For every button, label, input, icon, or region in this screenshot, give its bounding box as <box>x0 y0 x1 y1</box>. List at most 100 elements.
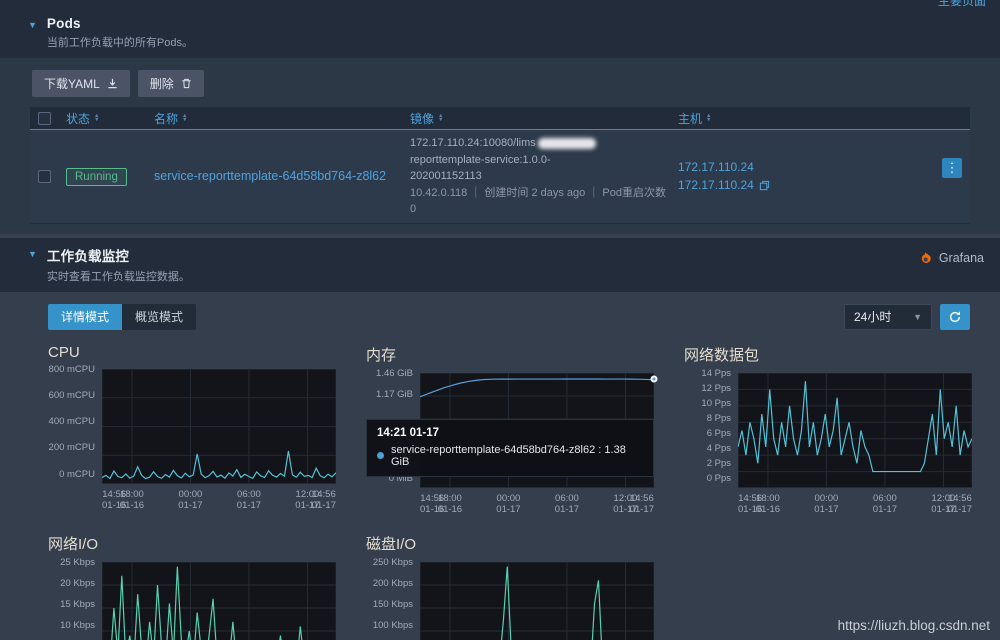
image-prefix: 172.17.110.24:10080/lims <box>410 137 536 149</box>
x-tick-label: 18:00 01-16 <box>755 492 781 516</box>
host-node-link[interactable]: 172.17.110.24 <box>678 158 770 177</box>
top-strip: 主要页面 <box>0 0 1000 9</box>
column-status-label: 状态 <box>66 111 91 126</box>
grafana-icon <box>921 251 931 263</box>
y-tick-label: 0 Pps <box>706 472 731 484</box>
chart-cpu-plot[interactable] <box>102 368 336 484</box>
series-dot-icon <box>377 452 384 459</box>
y-tick-label: 150 Kbps <box>372 598 413 610</box>
watermark: https://liuzh.blog.csdn.net <box>837 618 990 633</box>
download-yaml-button[interactable]: 下载YAML <box>32 70 130 97</box>
charts-grid: CPU 800 mCPU 600 mCPU 400 mCPU 200 mCPU 0 mC… <box>30 343 972 640</box>
chart-network-packets-plot[interactable] <box>738 372 972 488</box>
grafana-label: Grafana <box>938 251 984 265</box>
y-tick-label: 15 Kbps <box>60 598 95 610</box>
grafana-badge[interactable]: Grafana <box>918 251 984 266</box>
y-tick-label: 200 mCPU <box>48 442 95 454</box>
pods-toolbar: 下载YAML 删除 <box>32 70 970 97</box>
collapse-triangle-icon[interactable]: ▼ <box>28 20 37 30</box>
monitor-panel: ▼ 工作负载监控 实时查看工作负载监控数据。 Grafana 详情模式 概览模式… <box>0 237 1000 640</box>
y-axis-labels: 25 Kbps20 Kbps15 Kbps10 Kbps5 Kbps0 Kbps <box>48 557 102 640</box>
sort-icon: ▲ ▼ <box>94 112 100 123</box>
y-axis-labels: 800 mCPU 600 mCPU 400 mCPU 200 mCPU 0 mCPU <box>48 364 102 480</box>
y-tick-label: 4 Pps <box>706 442 731 454</box>
chart-disk-io-plot[interactable] <box>420 561 654 640</box>
pods-table: 状态 ▲ ▼ 名称 ▲ ▼ 镜像 ▲ ▼ 主机 ▲ ▼ Running serv… <box>30 107 970 224</box>
x-tick-label: 18:00 01-16 <box>437 492 463 516</box>
y-tick-label: 200 Kbps <box>372 577 413 589</box>
time-range-value: 24小时 <box>854 310 892 324</box>
y-tick-label: 10 Pps <box>701 397 731 409</box>
copy-icon[interactable] <box>759 180 770 191</box>
pod-name-link[interactable]: service-reporttemplate-64d58bd764-z8l62 <box>154 169 386 183</box>
row-status-cell: Running <box>66 167 154 186</box>
top-right-link-clipped[interactable]: 主要页面 <box>938 0 986 9</box>
monitor-body: 详情模式 概览模式 24小时 ▼ CPU 800 mCPU600 mCPU4 <box>0 291 1000 640</box>
status-badge: Running <box>66 167 127 186</box>
table-row: Running service-reporttemplate-64d58bd76… <box>30 130 970 224</box>
row-image-cell: 172.17.110.24:10080/lims reporttemplate-s… <box>410 135 678 218</box>
chart-network-packets-title: 网络数据包 <box>684 346 760 364</box>
delete-button[interactable]: 删除 <box>137 70 204 97</box>
y-tick-label: 12 Pps <box>701 382 731 394</box>
pods-table-header: 状态 ▲ ▼ 名称 ▲ ▼ 镜像 ▲ ▼ 主机 ▲ ▼ <box>30 107 970 130</box>
mode-switch: 详情模式 概览模式 <box>48 303 197 330</box>
column-image[interactable]: 镜像 ▲ ▼ <box>410 110 678 127</box>
host-ip-label: 172.17.110.24 <box>678 178 754 193</box>
refresh-button[interactable] <box>940 303 970 330</box>
delete-label: 删除 <box>149 77 174 91</box>
chart-memory: 内存 1.46 GiB1.17 GiB300 MiB0 MiB 14:21 01… <box>366 344 658 519</box>
x-tick-label: 06:00 01-17 <box>554 492 580 516</box>
x-axis-labels: 14:56 01-16 18:00 01-16 00:00 01-17 06:00 01-17… <box>102 489 336 515</box>
image-line-2: 202001152113 <box>410 170 482 182</box>
mode-overview-button[interactable]: 概览模式 <box>122 303 197 330</box>
x-tick-label: 00:00 01-17 <box>496 492 521 516</box>
download-yaml-label: 下载YAML <box>44 77 100 91</box>
row-more-button[interactable]: ⋮ <box>942 157 962 178</box>
page: 主要页面 ▼ Pods 当前工作负载中的所有Pods。 下载YAML 删除 状态… <box>0 0 1000 640</box>
y-tick-label: 250 Kbps <box>372 556 413 568</box>
x-tick-label: 06:00 01-17 <box>236 488 262 512</box>
pods-title: Pods <box>46 16 81 31</box>
monitor-panel-header: ▼ 工作负载监控 实时查看工作负载监控数据。 Grafana <box>0 237 1000 292</box>
column-name[interactable]: 名称 ▲ ▼ <box>154 110 410 127</box>
mode-detail-button[interactable]: 详情模式 <box>48 303 123 330</box>
refresh-icon <box>949 310 961 322</box>
host-node-label: 172.17.110.24 <box>678 159 754 174</box>
x-tick-label: 14:56 01-17 <box>947 492 972 516</box>
pods-subtitle: 当前工作负载中的所有Pods。 <box>46 37 193 49</box>
column-image-label: 镜像 <box>410 111 435 126</box>
download-icon <box>108 78 117 89</box>
pods-header-text: Pods 当前工作负载中的所有Pods。 <box>47 16 193 50</box>
row-checkbox[interactable] <box>38 169 51 183</box>
header-checkbox-cell <box>38 111 66 125</box>
image-line-1: 172.17.110.24:10080/lims reporttemplate-s… <box>410 135 668 168</box>
column-host[interactable]: 主机 ▲ ▼ <box>678 110 962 127</box>
host-lines: 172.17.110.24 172.17.110.24 <box>678 158 770 195</box>
monitor-header-text: 工作负载监控 实时查看工作负载监控数据。 <box>47 245 190 284</box>
sort-icon: ▲ ▼ <box>182 112 188 123</box>
time-range-select[interactable]: 24小时 ▼ <box>844 303 932 330</box>
time-controls: 24小时 ▼ <box>844 303 970 330</box>
y-axis-labels: 250 Kbps200 Kbps150 Kbps100 Kbps50 Kbps0… <box>366 556 420 640</box>
chart-network-io-plot[interactable] <box>102 561 336 640</box>
column-status[interactable]: 状态 ▲ ▼ <box>66 110 154 127</box>
pods-panel-header: ▼ Pods 当前工作负载中的所有Pods。 <box>0 9 1000 58</box>
y-tick-label: 100 Kbps <box>372 619 413 631</box>
chart-network-packets: 网络数据包 14 Pps 12 Pps 10 Pps 8 Pps 6 Pps 4 Pps 2… <box>684 344 972 519</box>
chart-cpu-title: CPU <box>48 343 80 361</box>
chart-memory-title: 内存 <box>366 346 397 364</box>
y-tick-label: 8 Pps <box>706 412 731 424</box>
y-tick-label: 400 mCPU <box>48 416 95 427</box>
y-tick-label: 2 Pps <box>706 457 731 469</box>
chart-tooltip: 14:21 01-17 service-reporttemplate-64d58… <box>366 418 654 477</box>
collapse-triangle-icon[interactable]: ▼ <box>28 249 37 259</box>
y-tick-label: 1.17 GiB <box>376 388 413 400</box>
x-tick-label: 00:00 01-17 <box>814 492 839 516</box>
select-all-checkbox[interactable] <box>38 111 51 125</box>
chevron-down-icon: ▼ <box>913 311 922 322</box>
x-tick-label: 14:56 01-17 <box>629 492 654 516</box>
monitor-title: 工作负载监控 <box>46 248 130 264</box>
monitor-subtitle: 实时查看工作负载监控数据。 <box>46 270 190 283</box>
x-tick-label: 18:00 01-16 <box>119 488 145 512</box>
